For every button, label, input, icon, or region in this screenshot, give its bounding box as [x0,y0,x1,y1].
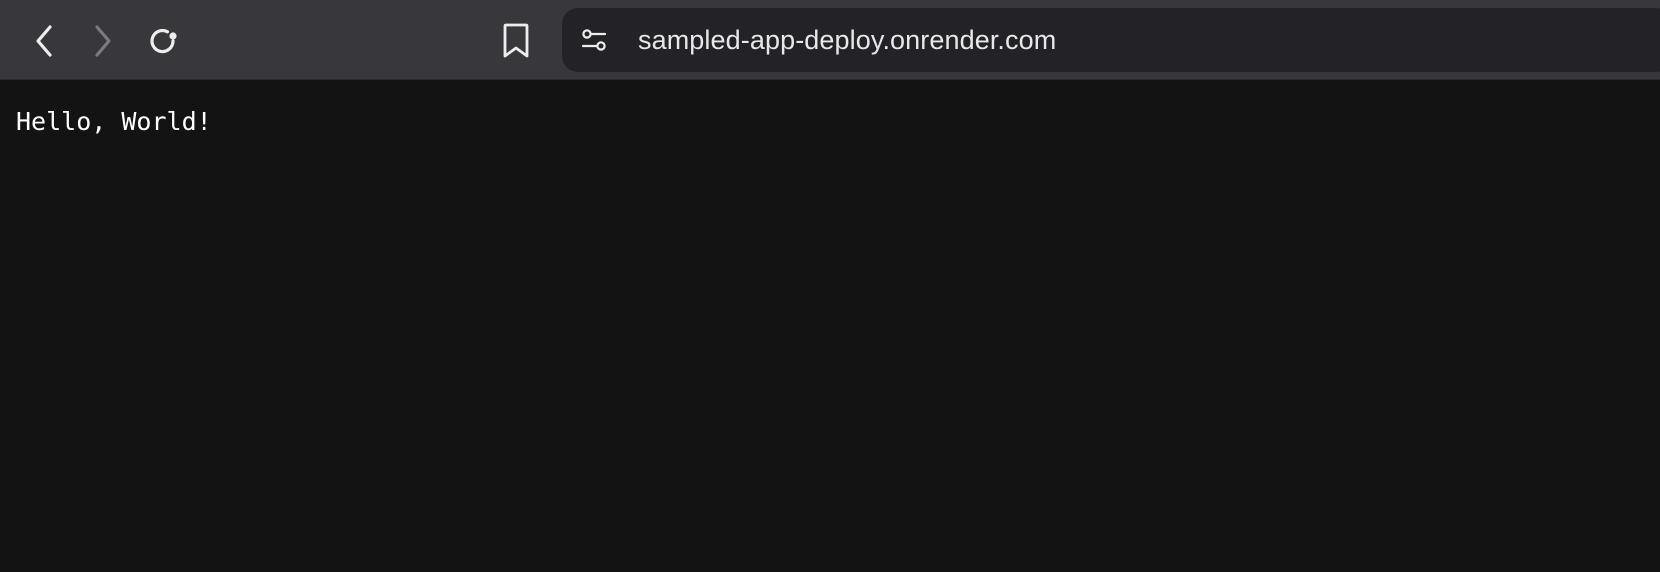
reload-button[interactable] [139,17,187,65]
chevron-left-icon [36,25,52,57]
site-settings-button[interactable] [580,26,608,54]
forward-button[interactable] [79,17,127,65]
reload-icon [150,28,177,54]
sliders-icon [581,29,607,51]
chevron-right-icon [95,25,111,57]
bookmark-button[interactable] [492,17,540,65]
page-body-text: Hello, World! [16,107,212,136]
page-content: Hello, World! [0,80,1660,572]
url-text[interactable]: sampled-app-deploy.onrender.com [638,8,1056,72]
bookmark-icon [503,23,529,58]
address-bar[interactable]: sampled-app-deploy.onrender.com [562,8,1660,72]
browser-toolbar: sampled-app-deploy.onrender.com [0,0,1660,80]
back-button[interactable] [20,17,68,65]
